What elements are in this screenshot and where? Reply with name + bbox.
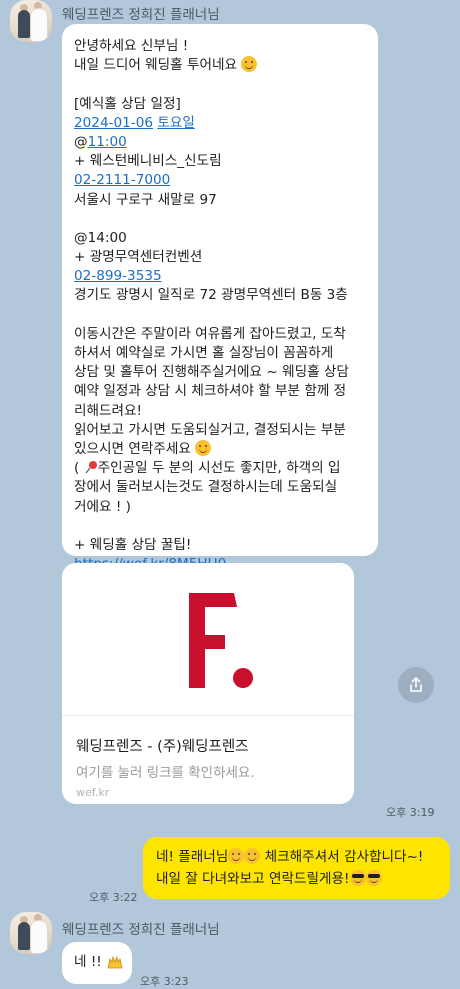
message-line: 02-899-3535 <box>74 267 366 286</box>
share-icon <box>410 677 422 692</box>
timestamp: 오후 3:19 <box>386 806 435 819</box>
message-line: + 광명무역센터컨벤션 <box>74 249 203 266</box>
message-line: @14:00 <box>74 229 127 246</box>
message-line: 안녕하세요 신부님 ! <box>74 38 189 54</box>
my-message-bubble: 네! 플래너님 체크해주셔서 감사합니다~! 내일 잘 다녀와보고 연락드릴게용… <box>143 837 450 899</box>
smile-emoji-icon <box>241 56 258 73</box>
reply-bubble: 네 !! <box>62 942 132 984</box>
message-line <box>74 210 366 229</box>
planner-avatar[interactable] <box>10 912 52 954</box>
message-line: 내일 드디어 웨딩홀 투어네요 <box>74 56 366 75</box>
link-thumbnail <box>62 563 354 715</box>
message-line: 거에요 ! ) <box>74 498 131 515</box>
message-line <box>74 306 366 325</box>
pushpin-icon <box>85 461 97 474</box>
message-line: 예약 일정과 상담 시 체크하셔야 할 부분 함께 정 <box>74 383 347 400</box>
message-line: 리해드려요! <box>74 402 142 419</box>
sender-name: 웨딩프렌즈 정희진 플래너님 <box>62 922 220 938</box>
planner-avatar[interactable] <box>10 0 52 42</box>
wedding-friends-logo <box>189 593 253 688</box>
link-preview-card[interactable]: 웨딩프렌즈 - (주)웨딩프렌즈 여기를 눌러 링크를 확인하세요. wef.k… <box>62 563 354 804</box>
message-line <box>74 75 366 94</box>
message-bubble-schedule: 안녕하세요 신부님 ! 내일 드디어 웨딩홀 투어네요 [예식홀 상담 일정] 20… <box>62 24 378 572</box>
sunglasses-emoji-icon <box>349 870 366 886</box>
smile-emoji-icon <box>244 848 261 864</box>
message-line: 장에서 둘러보시는것도 결정하시는데 도움되실 <box>74 479 338 496</box>
message-line: 읽어보고 가시면 도움되실거고, 결정되시는 부분 <box>74 421 346 438</box>
message-link[interactable]: 2024-01-06 <box>74 115 153 131</box>
message-line: 경기도 광명시 일직로 72 광명무역센터 B동 3층 <box>74 287 348 304</box>
message-line: 서울시 구로구 새말로 97 <box>74 191 217 208</box>
timestamp: 오후 3:22 <box>89 891 138 904</box>
raising-hands-icon <box>107 955 123 969</box>
message-link[interactable]: 토요일 <box>157 115 195 131</box>
message-link[interactable]: 02-899-3535 <box>74 268 162 284</box>
message-line: 02-2111-7000 <box>74 171 366 190</box>
smile-emoji-icon <box>228 848 245 864</box>
message-line: 하셔서 예약실로 가시면 홀 실장님이 꼼꼼하게 <box>74 345 334 361</box>
message-line <box>74 517 366 536</box>
sunglasses-emoji-icon <box>365 870 382 886</box>
message-link[interactable]: 11:00 <box>88 134 127 150</box>
message-line: @11:00 <box>74 133 127 150</box>
message-link[interactable]: 02-2111-7000 <box>74 172 170 188</box>
my-message-line1: 네! 플래너님 체크해주셔서 감사합니다~! <box>156 848 424 865</box>
share-button[interactable] <box>398 667 434 703</box>
link-title: 웨딩프렌즈 - (주)웨딩프렌즈 <box>76 739 249 755</box>
link-description: 여기를 눌러 링크를 확인하세요. <box>76 765 255 781</box>
card-divider <box>62 715 354 716</box>
sender-name: 웨딩프렌즈 정희진 플래너님 <box>62 7 220 23</box>
message-line: + 웨딩홀 상담 꿀팁! <box>74 536 192 553</box>
message-line: 이동시간은 주말이라 여유롭게 잡아드렸고, 도착 <box>74 325 346 342</box>
message-line: 2024-01-06 토요일 <box>74 114 366 133</box>
my-message-line2: 내일 잘 다녀와보고 연락드릴게용! <box>156 868 450 890</box>
link-domain: wef.kr <box>76 786 110 799</box>
message-line: 있으시면 연락주세요 <box>74 439 366 459</box>
timestamp: 오후 3:23 <box>140 975 189 988</box>
smile-emoji-icon <box>195 439 212 456</box>
message-line: [예식홀 상담 일정] <box>74 95 181 112</box>
message-line: 상담 및 홀투어 진행해주실거에요 ~ 웨딩홀 상담 <box>74 364 349 381</box>
message-line: + 웨스턴베니비스_신도림 <box>74 153 222 170</box>
message-line: ( 주인공일 두 분의 시선도 좋지만, 하객의 입 <box>74 460 341 477</box>
